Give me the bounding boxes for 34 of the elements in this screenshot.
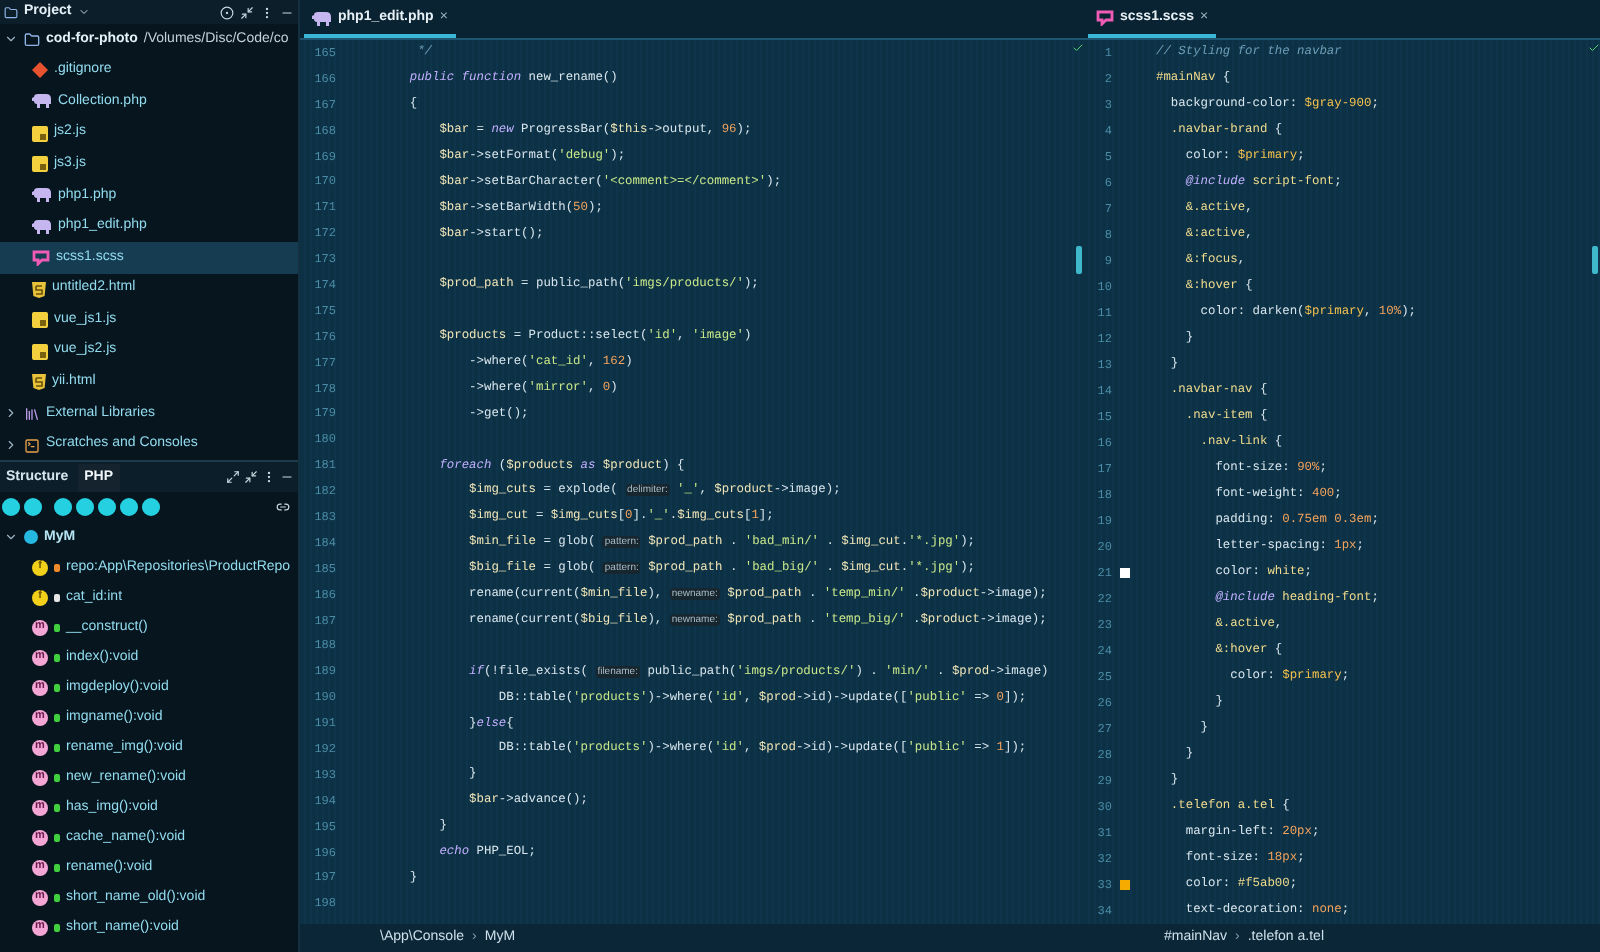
console-icon xyxy=(24,437,40,454)
class-icon xyxy=(24,530,38,545)
more-icon[interactable] xyxy=(262,470,276,485)
expand-icon[interactable] xyxy=(226,470,240,485)
chevron-down-icon[interactable] xyxy=(4,32,18,47)
collapse-icon[interactable] xyxy=(240,5,254,19)
target-icon[interactable] xyxy=(220,5,234,19)
script-file-icon xyxy=(32,156,48,173)
chevron-right-icon[interactable] xyxy=(4,438,18,453)
elephant-icon xyxy=(32,219,52,234)
shield-file-icon xyxy=(32,281,46,298)
check-icon xyxy=(1588,42,1600,54)
folder-icon xyxy=(24,31,40,48)
books-icon xyxy=(24,405,40,422)
scrollbar-thumb[interactable] xyxy=(1075,246,1081,274)
elephant-icon xyxy=(32,94,52,109)
scrollbar-thumb[interactable] xyxy=(1591,246,1597,274)
script-file-icon xyxy=(32,343,48,360)
chevron-right-icon[interactable] xyxy=(4,406,18,421)
more-icon[interactable] xyxy=(260,5,274,19)
check-icon xyxy=(1072,42,1084,54)
style-file-icon xyxy=(32,249,50,266)
dropdown-caret-icon[interactable] xyxy=(77,6,90,18)
shield-file-icon xyxy=(32,374,46,391)
script-file-icon xyxy=(32,125,48,142)
script-file-icon xyxy=(32,312,48,329)
elephant-icon xyxy=(32,188,52,203)
style-file-icon xyxy=(1096,10,1114,26)
project-icon xyxy=(4,5,18,19)
collapse-icon[interactable] xyxy=(244,470,258,485)
elephant-icon xyxy=(312,11,332,25)
link-icon[interactable] xyxy=(276,500,290,515)
diamond-icon xyxy=(32,62,48,79)
chevron-down-icon[interactable] xyxy=(4,530,18,545)
